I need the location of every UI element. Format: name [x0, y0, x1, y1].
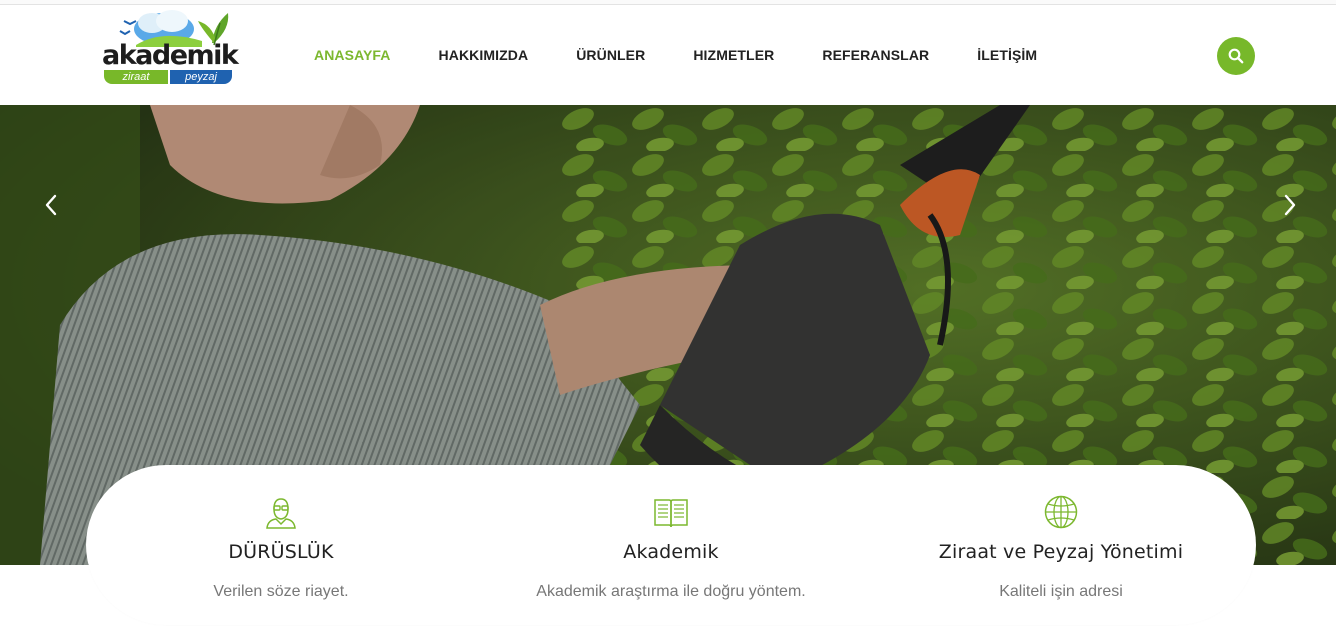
feature-title: Ziraat ve Peyzaj Yönetimi [938, 541, 1184, 563]
feature-akademik: Akademik Akademik araştırma ile doğru yö… [476, 465, 866, 625]
site-header: akademik ziraat peyzaj ANASAYFA HAKKIMIZ… [0, 5, 1336, 105]
search-icon [1228, 48, 1244, 64]
nav-item-referanslar[interactable]: REFERANSLAR [822, 47, 929, 63]
nav-item-anasayfa[interactable]: ANASAYFA [314, 47, 391, 63]
feature-desc: Kaliteli işin adresi [999, 583, 1123, 600]
site-logo[interactable]: akademik ziraat peyzaj [102, 7, 254, 87]
feature-ziraat-peyzaj: Ziraat ve Peyzaj Yönetimi Kaliteli işin … [866, 465, 1256, 625]
feature-title: Akademik [623, 541, 719, 563]
open-book-icon [654, 499, 688, 528]
slider-next-button[interactable] [1278, 191, 1302, 219]
chevron-left-icon [45, 194, 57, 216]
globe-icon [1044, 495, 1078, 529]
slider-prev-button[interactable] [39, 191, 63, 219]
person-glasses-icon [266, 498, 296, 529]
feature-desc: Akademik araştırma ile doğru yöntem. [536, 583, 806, 600]
main-nav: ANASAYFA HAKKIMIZDA ÜRÜNLER HIZMETLER RE… [314, 5, 1085, 105]
feature-durustluk: DÜRÜSLÜK Verilen söze riayet. [86, 465, 476, 625]
feature-title: DÜRÜSLÜK [228, 541, 334, 563]
nav-item-urunler[interactable]: ÜRÜNLER [576, 47, 645, 63]
nav-item-iletisim[interactable]: İLETİŞİM [977, 47, 1037, 63]
logo-wordmark: akademik [102, 40, 239, 71]
nav-item-hizmetler[interactable]: HIZMETLER [693, 47, 774, 63]
logo-tag-ziraat: ziraat [104, 70, 168, 84]
feature-desc: Verilen söze riayet. [213, 583, 349, 600]
features-panel: DÜRÜSLÜK Verilen söze riayet. Akademik A… [86, 465, 1256, 625]
nav-item-hakkimizda[interactable]: HAKKIMIZDA [439, 47, 529, 63]
chevron-right-icon [1284, 194, 1296, 216]
search-button[interactable] [1217, 37, 1255, 75]
logo-tag-peyzaj: peyzaj [170, 70, 232, 84]
